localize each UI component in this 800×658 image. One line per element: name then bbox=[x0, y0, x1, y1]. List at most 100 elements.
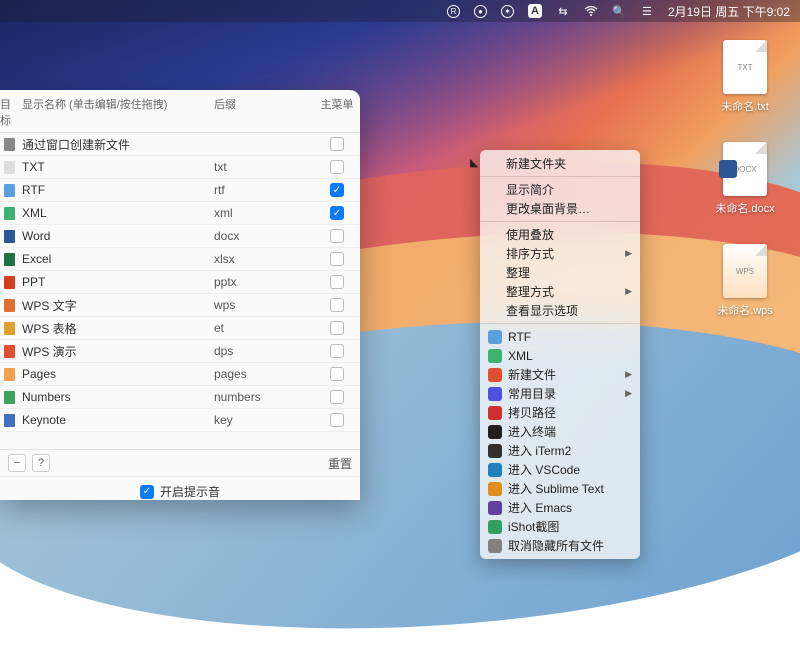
menubar-datetime[interactable]: 2月19日 周五 下午9:02 bbox=[668, 3, 790, 20]
context-menu-item[interactable]: 显示简介 bbox=[480, 180, 640, 199]
context-menu-item[interactable]: 进入 iTerm2 bbox=[480, 441, 640, 460]
menubar-sync-icon[interactable]: ⇆ bbox=[556, 4, 570, 18]
row-name[interactable]: Excel bbox=[18, 252, 214, 266]
table-row[interactable]: TXT txt bbox=[0, 156, 360, 179]
table-row[interactable]: RTF rtf ✓ bbox=[0, 179, 360, 202]
row-name[interactable]: WPS 表格 bbox=[18, 320, 214, 337]
row-name[interactable]: TXT bbox=[18, 160, 214, 174]
row-checkbox[interactable] bbox=[330, 390, 344, 404]
context-menu-item[interactable]: 拷贝路径 bbox=[480, 403, 640, 422]
filetype-icon bbox=[4, 161, 15, 174]
context-menu-item[interactable]: 排序方式▶ bbox=[480, 244, 640, 263]
file-icon: TXT bbox=[723, 40, 767, 94]
context-menu-item[interactable]: 常用目录▶ bbox=[480, 384, 640, 403]
row-checkbox[interactable] bbox=[330, 252, 344, 266]
menu-item-icon bbox=[488, 501, 502, 515]
menu-item-icon bbox=[488, 406, 502, 420]
row-checkbox[interactable] bbox=[330, 160, 344, 174]
row-name[interactable]: PPT bbox=[18, 275, 214, 289]
context-menu-item[interactable]: 整理 bbox=[480, 263, 640, 282]
menubar-status-icon[interactable]: R bbox=[447, 5, 460, 18]
filetype-icon bbox=[4, 414, 15, 427]
menubar-record-icon[interactable]: ● bbox=[474, 5, 487, 18]
prefs-rows: 通过窗口创建新文件 TXT txt RTF rtf ✓ XML xml ✓ Wo… bbox=[0, 133, 360, 449]
context-menu-item[interactable]: 取消隐藏所有文件 bbox=[480, 536, 640, 555]
context-menu-item[interactable]: 进入 Emacs bbox=[480, 498, 640, 517]
reset-button[interactable]: 重置 bbox=[328, 455, 352, 472]
row-checkbox[interactable] bbox=[330, 413, 344, 427]
control-center-icon[interactable]: ☰ bbox=[640, 4, 654, 18]
row-name[interactable]: WPS 演示 bbox=[18, 343, 214, 360]
row-ext: pages bbox=[214, 367, 314, 381]
context-menu: ◣新建文件夹显示简介更改桌面背景… 使用叠放排序方式▶整理整理方式▶查看显示选项 R… bbox=[480, 150, 640, 559]
desktop-file[interactable]: WPS未命名.wps bbox=[710, 244, 780, 318]
row-name[interactable]: XML bbox=[18, 206, 214, 220]
context-menu-item[interactable]: 整理方式▶ bbox=[480, 282, 640, 301]
wifi-icon[interactable] bbox=[584, 4, 598, 18]
table-row[interactable]: WPS 文字 wps bbox=[0, 294, 360, 317]
menubar-input-icon[interactable]: A bbox=[528, 4, 542, 18]
menu-item-icon bbox=[488, 463, 502, 477]
row-ext: key bbox=[214, 413, 314, 427]
context-menu-item[interactable]: XML bbox=[480, 346, 640, 365]
row-checkbox[interactable] bbox=[330, 137, 344, 151]
row-ext: docx bbox=[214, 229, 314, 243]
menu-item-icon bbox=[488, 482, 502, 496]
row-checkbox[interactable] bbox=[330, 321, 344, 335]
menu-item-icon bbox=[488, 520, 502, 534]
table-row[interactable]: XML xml ✓ bbox=[0, 202, 360, 225]
table-row[interactable]: 通过窗口创建新文件 bbox=[0, 133, 360, 156]
cursor-icon: ◣ bbox=[470, 156, 478, 169]
sound-toggle-checkbox[interactable]: ✓ bbox=[140, 485, 154, 499]
desktop-file[interactable]: TXT未命名.txt bbox=[710, 40, 780, 114]
table-row[interactable]: PPT pptx bbox=[0, 271, 360, 294]
table-row[interactable]: WPS 演示 dps bbox=[0, 340, 360, 363]
context-menu-item[interactable]: 查看显示选项 bbox=[480, 301, 640, 320]
table-row[interactable]: WPS 表格 et bbox=[0, 317, 360, 340]
help-button[interactable]: ? bbox=[32, 454, 50, 472]
context-menu-item[interactable]: 进入 VSCode bbox=[480, 460, 640, 479]
menu-separator bbox=[480, 176, 640, 177]
row-checkbox[interactable] bbox=[330, 298, 344, 312]
row-name[interactable]: Numbers bbox=[18, 390, 214, 404]
row-ext: xml bbox=[214, 206, 314, 220]
context-menu-item[interactable]: 进入 Sublime Text bbox=[480, 479, 640, 498]
row-checkbox[interactable] bbox=[330, 275, 344, 289]
filetype-icon bbox=[4, 230, 15, 243]
desktop-file[interactable]: DOCX未命名.docx bbox=[710, 142, 780, 216]
row-name[interactable]: Keynote bbox=[18, 413, 214, 427]
table-row[interactable]: Excel xlsx bbox=[0, 248, 360, 271]
table-row[interactable]: Pages pages bbox=[0, 363, 360, 386]
chevron-right-icon: ▶ bbox=[625, 369, 632, 380]
menubar: R ● ✶ A ⇆ 🔍 ☰ 2月19日 周五 下午9:02 bbox=[0, 0, 800, 22]
menu-item-label: 更改桌面背景… bbox=[506, 200, 590, 217]
context-menu-item[interactable]: 新建文件▶ bbox=[480, 365, 640, 384]
context-menu-item[interactable]: iShot截图 bbox=[480, 517, 640, 536]
menu-item-label: RTF bbox=[508, 330, 531, 344]
menubar-app-icon[interactable]: ✶ bbox=[501, 5, 514, 18]
row-checkbox[interactable] bbox=[330, 344, 344, 358]
row-checkbox[interactable] bbox=[330, 229, 344, 243]
row-name[interactable]: WPS 文字 bbox=[18, 297, 214, 314]
context-menu-item[interactable]: 进入终端 bbox=[480, 422, 640, 441]
menu-item-label: XML bbox=[508, 349, 533, 363]
col-icon-header: 目标 bbox=[0, 96, 18, 128]
table-row[interactable]: Word docx bbox=[0, 225, 360, 248]
remove-button[interactable]: − bbox=[8, 454, 26, 472]
row-name[interactable]: RTF bbox=[18, 183, 214, 197]
row-name[interactable]: Pages bbox=[18, 367, 214, 381]
context-menu-item[interactable]: 使用叠放 bbox=[480, 225, 640, 244]
row-checkbox[interactable]: ✓ bbox=[330, 206, 344, 220]
context-menu-item[interactable]: 更改桌面背景… bbox=[480, 199, 640, 218]
filetype-icon bbox=[4, 345, 15, 358]
row-name[interactable]: Word bbox=[18, 229, 214, 243]
table-row[interactable]: Numbers numbers bbox=[0, 386, 360, 409]
row-name[interactable]: 通过窗口创建新文件 bbox=[18, 136, 214, 153]
row-ext: et bbox=[214, 321, 314, 335]
spotlight-icon[interactable]: 🔍 bbox=[612, 4, 626, 18]
row-checkbox[interactable]: ✓ bbox=[330, 183, 344, 197]
context-menu-item[interactable]: RTF bbox=[480, 327, 640, 346]
context-menu-item[interactable]: ◣新建文件夹 bbox=[480, 154, 640, 173]
table-row[interactable]: Keynote key bbox=[0, 409, 360, 432]
row-checkbox[interactable] bbox=[330, 367, 344, 381]
